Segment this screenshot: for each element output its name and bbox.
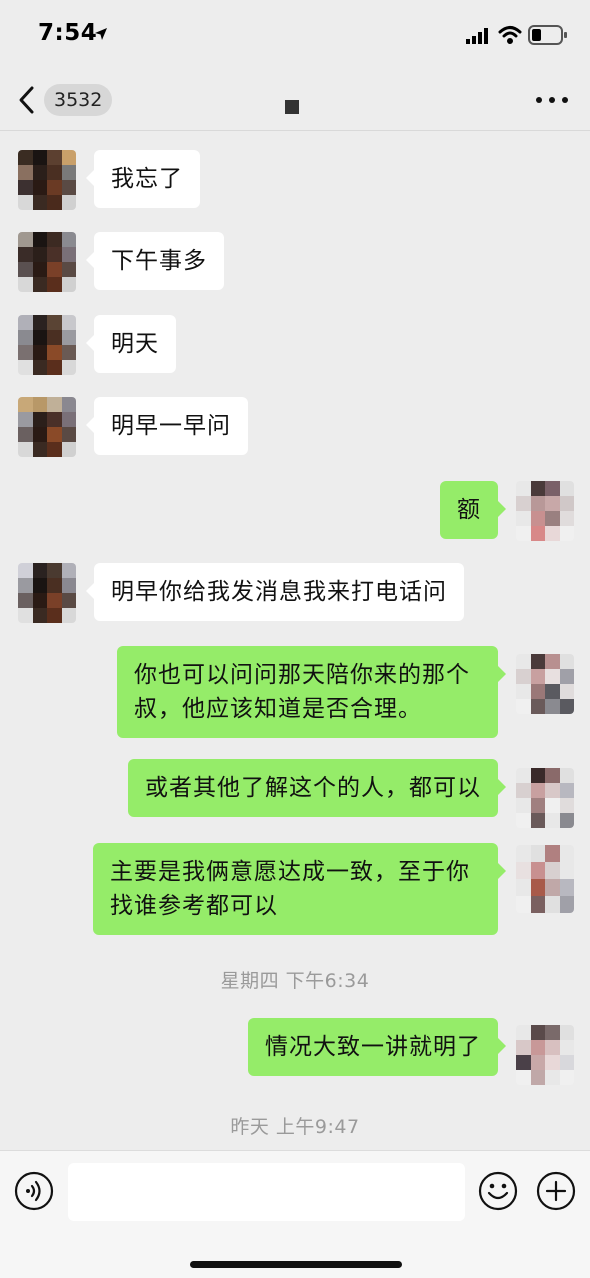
my-avatar[interactable]: [516, 768, 574, 828]
more-dots-icon[interactable]: [536, 86, 568, 114]
my-avatar[interactable]: [516, 845, 574, 913]
plus-icon[interactable]: [536, 1171, 576, 1211]
message-bubble-received[interactable]: 明早一早问: [86, 397, 248, 455]
message-bubble-received[interactable]: 我忘了: [86, 150, 200, 208]
contact-avatar[interactable]: [18, 397, 76, 457]
contact-avatar[interactable]: [18, 315, 76, 375]
contact-avatar[interactable]: [18, 563, 76, 623]
input-bar: [0, 1150, 590, 1278]
message-bubble-sent[interactable]: 或者其他了解这个的人，都可以: [128, 759, 506, 817]
voice-icon[interactable]: [14, 1171, 54, 1211]
wifi-icon: [498, 26, 522, 44]
home-indicator: [190, 1261, 402, 1268]
message-bubble-received[interactable]: 明早你给我发消息我来打电话问: [86, 563, 464, 621]
contact-avatar[interactable]: [18, 150, 76, 210]
contact-avatar[interactable]: [18, 232, 76, 292]
message-bubble-sent[interactable]: 额: [440, 481, 506, 539]
message-bubble-received[interactable]: 明天: [86, 315, 176, 373]
nav-bar: 3532: [0, 70, 590, 132]
location-arrow-icon: [95, 28, 107, 40]
chat-title-redacted: [285, 100, 299, 114]
message-bubble-sent[interactable]: 情况大致一讲就明了: [248, 1018, 506, 1076]
my-avatar[interactable]: [516, 1025, 574, 1085]
message-input[interactable]: [68, 1163, 465, 1221]
message-bubble-received[interactable]: 下午事多: [86, 232, 224, 290]
timestamp: 星期四 下午6:34: [220, 970, 370, 992]
unread-count-badge: 3532: [44, 84, 113, 116]
message-bubble-sent[interactable]: 你也可以问问那天陪你来的那个叔，他应该知道是否合理。: [117, 646, 506, 738]
emoji-icon[interactable]: [478, 1171, 518, 1211]
battery-icon: [528, 25, 567, 45]
signal-icon: [466, 28, 488, 44]
nav-divider: [0, 130, 590, 131]
my-avatar[interactable]: [516, 481, 574, 541]
back-button[interactable]: 3532: [16, 82, 113, 118]
chat-screen: 7:54 3532 我忘了 下午事多 明天 明早一早问 额 明早你给我发消息我来…: [0, 0, 590, 1278]
message-bubble-sent[interactable]: 主要是我俩意愿达成一致，至于你找谁参考都可以: [93, 843, 506, 935]
status-bar: 7:54: [0, 0, 590, 70]
status-time: 7:54: [38, 20, 98, 46]
my-avatar[interactable]: [516, 654, 574, 714]
timestamp: 昨天 上午9:47: [230, 1116, 360, 1138]
back-chevron-icon: [19, 86, 34, 114]
